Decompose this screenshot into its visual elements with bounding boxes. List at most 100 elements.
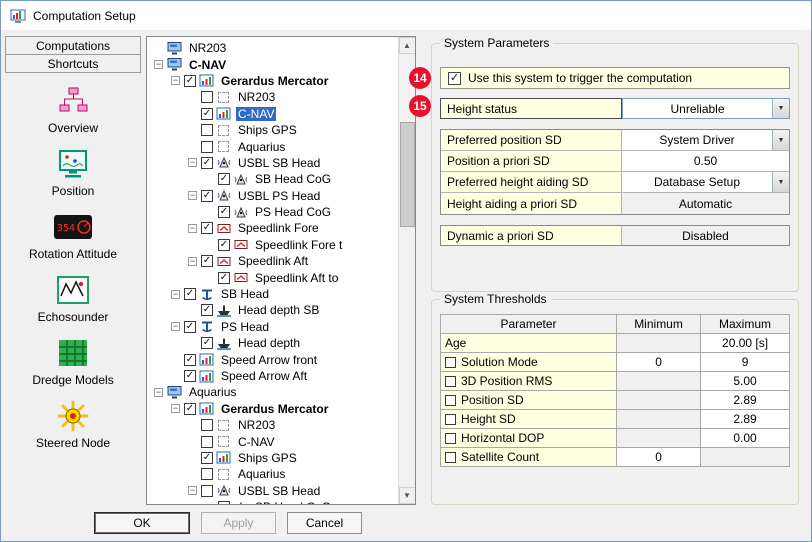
- scroll-thumb[interactable]: [400, 122, 415, 227]
- tree-item-aquarius[interactable]: Aquarius: [150, 138, 398, 154]
- cancel-button[interactable]: Cancel: [287, 512, 362, 534]
- tree-item-usbl-ps-head[interactable]: −✓USBL PS Head: [150, 188, 398, 204]
- tree-checkbox-checked[interactable]: ✓: [201, 108, 213, 120]
- collapse-icon[interactable]: −: [188, 191, 197, 200]
- sidebar-item-rotation-attitude[interactable]: 354Rotation Attitude: [5, 211, 141, 261]
- tree-item-ships-gps[interactable]: ✓Ships GPS: [150, 450, 398, 466]
- sidebar-item-dredge-models[interactable]: Dredge Models: [5, 337, 141, 387]
- tree-item-speedlink-aft[interactable]: −✓Speedlink Aft: [150, 253, 398, 269]
- tree-checkbox-unchecked[interactable]: [201, 436, 213, 448]
- threshold-max-value[interactable]: 5.00: [701, 372, 790, 391]
- threshold-checkbox-unchecked[interactable]: [445, 357, 456, 368]
- collapse-icon[interactable]: −: [188, 158, 197, 167]
- tree-item-usbl-sb-head[interactable]: −✓USBL SB Head: [150, 155, 398, 171]
- dynamic-a-priori-value[interactable]: Disabled: [622, 226, 789, 245]
- tree-item-speed-arrow-front[interactable]: ✓Speed Arrow front: [150, 351, 398, 367]
- collapse-icon[interactable]: −: [154, 60, 163, 69]
- tree-item-speedlink-fore-t[interactable]: ✓Speedlink Fore t: [150, 237, 398, 253]
- tree-checkbox-checked[interactable]: ✓: [201, 304, 213, 316]
- sidebar-item-steered-node[interactable]: Steered Node: [5, 400, 141, 450]
- param-value-height-aiding-a-priori-sd[interactable]: Automatic: [622, 193, 789, 214]
- scroll-up-icon[interactable]: ▲: [399, 37, 416, 54]
- threshold-checkbox-unchecked[interactable]: [445, 452, 456, 463]
- tree-checkbox-unchecked[interactable]: [218, 501, 230, 504]
- param-value-position-a-priori-sd[interactable]: 0.50: [622, 151, 789, 171]
- tree-item-ships-gps[interactable]: Ships GPS: [150, 122, 398, 138]
- collapse-icon[interactable]: −: [154, 388, 163, 397]
- tree-item-nr203[interactable]: NR203: [150, 89, 398, 105]
- threshold-max-value[interactable]: 9: [701, 353, 790, 372]
- tree-checkbox-unchecked[interactable]: [201, 468, 213, 480]
- tree-checkbox-checked[interactable]: ✓: [218, 206, 230, 218]
- tree-item-c-nav[interactable]: ✓C-NAV: [150, 106, 398, 122]
- collapse-icon[interactable]: −: [188, 257, 197, 266]
- tree-item-ps-head[interactable]: −✓PS Head: [150, 319, 398, 335]
- tree-checkbox-checked[interactable]: ✓: [201, 337, 213, 349]
- chevron-down-icon[interactable]: ▼: [772, 99, 789, 118]
- param-value-preferred-position-sd[interactable]: System Driver▼: [622, 130, 789, 150]
- tree-checkbox-checked[interactable]: ✓: [184, 288, 196, 300]
- collapse-icon[interactable]: −: [188, 224, 197, 233]
- param-value-preferred-height-aiding-sd[interactable]: Database Setup▼: [622, 172, 789, 192]
- apply-button[interactable]: Apply: [201, 512, 276, 534]
- sidebar-item-overview[interactable]: Overview: [5, 85, 141, 135]
- threshold-max-value[interactable]: 2.89: [701, 391, 790, 410]
- threshold-max-value[interactable]: 20.00 [s]: [701, 334, 790, 353]
- tree-checkbox-checked[interactable]: ✓: [184, 370, 196, 382]
- trigger-checkbox[interactable]: ✓: [448, 72, 461, 85]
- collapse-icon[interactable]: −: [171, 290, 180, 299]
- tree-item-sb-head-cog[interactable]: ✓SB Head CoG: [150, 171, 398, 187]
- tree-item-c-nav[interactable]: C-NAV: [150, 433, 398, 449]
- tree-checkbox-checked[interactable]: ✓: [218, 173, 230, 185]
- ok-button[interactable]: OK: [94, 512, 190, 534]
- threshold-checkbox-unchecked[interactable]: [445, 395, 456, 406]
- tree-item-speedlink-fore[interactable]: −✓Speedlink Fore: [150, 220, 398, 236]
- tree-item-gerardus-mercator[interactable]: −✓Gerardus Mercator: [150, 73, 398, 89]
- tree-item-nr203[interactable]: NR203: [150, 417, 398, 433]
- trigger-computation-row[interactable]: ✓ Use this system to trigger the computa…: [440, 67, 790, 89]
- tree-checkbox-unchecked[interactable]: [201, 124, 213, 136]
- threshold-max-value[interactable]: 2.89: [701, 410, 790, 429]
- tree-item-aquarius[interactable]: Aquarius: [150, 466, 398, 482]
- tree-checkbox-checked[interactable]: ✓: [218, 239, 230, 251]
- tree-checkbox-checked[interactable]: ✓: [201, 157, 213, 169]
- threshold-min-value[interactable]: 0: [617, 353, 701, 372]
- tree-item-speedlink-aft-to[interactable]: ✓Speedlink Aft to: [150, 269, 398, 285]
- tree-item-c-nav[interactable]: −C-NAV: [150, 56, 398, 72]
- tree-checkbox-checked[interactable]: ✓: [184, 321, 196, 333]
- tab-shortcuts[interactable]: Shortcuts: [5, 54, 141, 73]
- chevron-down-icon[interactable]: ▼: [772, 130, 789, 150]
- tree-item-gerardus-mercator[interactable]: −✓Gerardus Mercator: [150, 401, 398, 417]
- tree-item-head-depth[interactable]: ✓Head depth: [150, 335, 398, 351]
- threshold-checkbox-unchecked[interactable]: [445, 414, 456, 425]
- tree-checkbox-unchecked[interactable]: [201, 485, 213, 497]
- tree-checkbox-unchecked[interactable]: [201, 91, 213, 103]
- tree-item-speed-arrow-aft[interactable]: ✓Speed Arrow Aft: [150, 368, 398, 384]
- tree-item-sb-head-cog[interactable]: SB Head CoG: [150, 499, 398, 504]
- collapse-icon[interactable]: −: [171, 76, 180, 85]
- tree-checkbox-checked[interactable]: ✓: [201, 222, 213, 234]
- tree-checkbox-checked[interactable]: ✓: [201, 190, 213, 202]
- collapse-icon[interactable]: −: [171, 322, 180, 331]
- tree-checkbox-unchecked[interactable]: [201, 419, 213, 431]
- height-status-dropdown[interactable]: Unreliable ▼: [622, 98, 790, 119]
- tree-checkbox-checked[interactable]: ✓: [218, 272, 230, 284]
- threshold-checkbox-unchecked[interactable]: [445, 376, 456, 387]
- chevron-down-icon[interactable]: ▼: [772, 172, 789, 192]
- tree-item-aquarius[interactable]: −Aquarius: [150, 384, 398, 400]
- tree-item-ps-head-cog[interactable]: ✓PS Head CoG: [150, 204, 398, 220]
- scroll-down-icon[interactable]: ▼: [399, 487, 416, 504]
- tree-checkbox-checked[interactable]: ✓: [184, 75, 196, 87]
- sidebar-item-echosounder[interactable]: Echosounder: [5, 274, 141, 324]
- threshold-checkbox-unchecked[interactable]: [445, 433, 456, 444]
- tree-checkbox-checked[interactable]: ✓: [184, 403, 196, 415]
- collapse-icon[interactable]: −: [188, 486, 197, 495]
- tab-computations[interactable]: Computations: [5, 36, 141, 55]
- tree-item-usbl-sb-head[interactable]: −USBL SB Head: [150, 483, 398, 499]
- tree-checkbox-unchecked[interactable]: [201, 141, 213, 153]
- sidebar-item-position[interactable]: Position: [5, 148, 141, 198]
- tree-checkbox-checked[interactable]: ✓: [201, 255, 213, 267]
- threshold-max-value[interactable]: 0.00: [701, 429, 790, 448]
- tree-item-head-depth-sb[interactable]: ✓Head depth SB: [150, 302, 398, 318]
- collapse-icon[interactable]: −: [171, 404, 180, 413]
